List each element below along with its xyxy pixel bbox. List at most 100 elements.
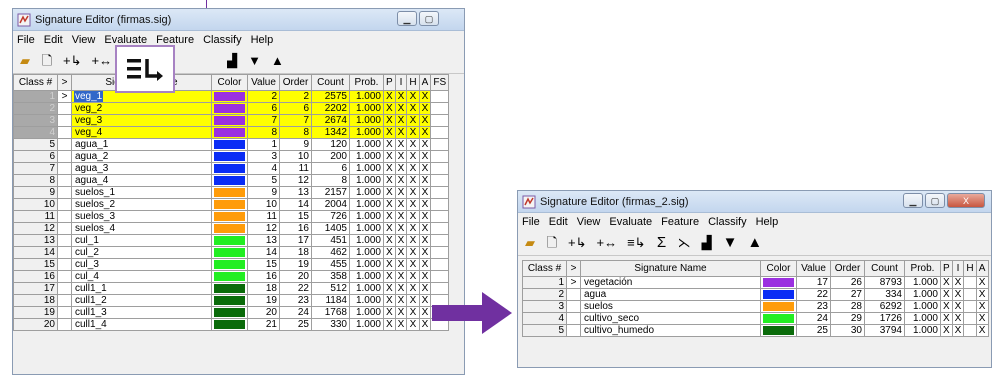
value-cell[interactable]: 1 [247, 138, 280, 151]
replace-signature-icon[interactable]: +↔ [91, 53, 112, 69]
flag-i-cell[interactable]: X [394, 186, 408, 199]
flag-a-cell[interactable]: X [418, 162, 432, 175]
flag-fs-cell[interactable] [430, 114, 450, 127]
new-icon[interactable]: 🗋 [41, 53, 53, 69]
flag-i-cell[interactable]: X [394, 114, 408, 127]
value-cell[interactable]: 10 [247, 198, 280, 211]
class-number-cell[interactable]: 1 [522, 276, 567, 289]
flag-h-cell[interactable]: X [406, 174, 420, 187]
pointer-cell[interactable] [57, 150, 72, 163]
flag-fs-cell[interactable] [430, 258, 450, 271]
class-number-cell[interactable]: 18 [13, 294, 58, 307]
prob-cell[interactable]: 1.000 [349, 126, 384, 139]
table-row[interactable]: 3 suelos 23 28 6292 1.000 X X X [522, 300, 989, 313]
flag-p-cell[interactable]: X [383, 138, 396, 151]
table-row[interactable]: 12 suelos_4 12 16 1405 1.000 X X X X [13, 222, 450, 235]
signature-name[interactable]: veg_1 [74, 91, 104, 102]
value-cell[interactable]: 2 [247, 90, 280, 103]
flag-h-cell[interactable]: X [406, 138, 420, 151]
order-cell[interactable]: 6 [279, 102, 312, 115]
flag-a-cell[interactable]: X [418, 174, 432, 187]
flag-i-cell[interactable]: X [394, 234, 408, 247]
col-color[interactable]: Color [211, 74, 248, 91]
flag-p-cell[interactable]: X [383, 174, 396, 187]
histogram-icon[interactable]: ▟ [226, 53, 238, 69]
color-cell[interactable] [211, 258, 248, 271]
add-signature-icon[interactable]: +↳ [568, 235, 586, 251]
flag-a-cell[interactable]: X [975, 312, 989, 325]
flag-a-cell[interactable]: X [418, 258, 432, 271]
value-cell[interactable]: 15 [247, 258, 280, 271]
flag-i-cell[interactable]: X [394, 198, 408, 211]
flag-h-cell[interactable]: X [406, 282, 420, 295]
signature-name[interactable]: cull1_2 [74, 296, 108, 306]
col-class-number[interactable]: Class # [13, 74, 58, 91]
flag-a-cell[interactable]: X [975, 276, 989, 289]
order-cell[interactable]: 17 [279, 234, 312, 247]
flag-fs-cell[interactable] [430, 222, 450, 235]
flag-p-cell[interactable]: X [940, 312, 953, 325]
col-class-number[interactable]: Class # [522, 260, 567, 277]
color-cell[interactable] [211, 138, 248, 151]
menu-edit[interactable]: Edit [44, 34, 63, 46]
signature-name-cell[interactable]: agua_2 [71, 150, 212, 163]
pointer-cell[interactable] [57, 114, 72, 127]
signature-name-cell[interactable]: cul_4 [71, 270, 212, 283]
pointer-cell[interactable] [57, 318, 72, 331]
order-cell[interactable]: 13 [279, 186, 312, 199]
flag-fs-cell[interactable] [430, 174, 450, 187]
col-h[interactable]: H [406, 74, 420, 91]
col-p[interactable]: P [383, 74, 396, 91]
value-cell[interactable]: 11 [247, 210, 280, 223]
flag-a-cell[interactable]: X [975, 324, 989, 337]
menu-view[interactable]: View [577, 216, 601, 228]
flag-p-cell[interactable]: X [940, 276, 953, 289]
table-row[interactable]: 10 suelos_2 10 14 2004 1.000 X X X X [13, 198, 450, 211]
flag-h-cell[interactable]: X [406, 90, 420, 103]
flag-h-cell[interactable]: X [406, 270, 420, 283]
signature-name-cell[interactable]: suelos_2 [71, 198, 212, 211]
flag-p-cell[interactable]: X [383, 258, 396, 271]
flag-i-cell[interactable]: X [394, 150, 408, 163]
flag-a-cell[interactable]: X [418, 102, 432, 115]
order-cell[interactable]: 29 [830, 312, 865, 325]
flag-a-cell[interactable]: X [418, 294, 432, 307]
value-cell[interactable]: 3 [247, 150, 280, 163]
table-row[interactable]: 19 cull1_3 20 24 1768 1.000 X X X X [13, 306, 450, 319]
table-row[interactable]: 2 agua 22 27 334 1.000 X X X [522, 288, 989, 301]
class-number-cell[interactable]: 10 [13, 198, 58, 211]
order-cell[interactable]: 14 [279, 198, 312, 211]
signature-name[interactable]: agua_4 [74, 176, 109, 186]
flag-i-cell[interactable]: X [951, 288, 965, 301]
order-cell[interactable]: 18 [279, 246, 312, 259]
pointer-cell[interactable] [57, 246, 72, 259]
menu-file[interactable]: File [522, 216, 540, 228]
order-cell[interactable]: 12 [279, 174, 312, 187]
signature-name-cell[interactable]: suelos_3 [71, 210, 212, 223]
pointer-cell[interactable] [57, 102, 72, 115]
prob-cell[interactable]: 1.000 [349, 150, 384, 163]
flag-a-cell[interactable]: X [418, 138, 432, 151]
flag-p-cell[interactable]: X [383, 198, 396, 211]
signature-name-cell[interactable]: cull1_4 [71, 318, 212, 331]
value-cell[interactable]: 8 [247, 126, 280, 139]
flag-fs-cell[interactable] [430, 186, 450, 199]
pointer-cell[interactable] [57, 186, 72, 199]
signature-name[interactable]: cull1_1 [74, 284, 108, 294]
class-number-cell[interactable]: 16 [13, 270, 58, 283]
signature-name[interactable]: cul_1 [74, 236, 100, 246]
class-number-cell[interactable]: 20 [13, 318, 58, 331]
flag-p-cell[interactable]: X [383, 294, 396, 307]
table-row[interactable]: 8 agua_4 5 12 8 1.000 X X X X [13, 174, 450, 187]
col-fs[interactable]: FS [430, 74, 450, 91]
signature-name[interactable]: suelos_4 [74, 224, 116, 234]
pointer-cell[interactable] [57, 306, 72, 319]
signature-name-cell[interactable]: vegetación [580, 276, 761, 289]
flag-fs-cell[interactable] [430, 246, 450, 259]
pointer-cell[interactable] [57, 294, 72, 307]
flag-p-cell[interactable]: X [383, 90, 396, 103]
flag-h-cell[interactable]: X [406, 234, 420, 247]
prob-cell[interactable]: 1.000 [349, 114, 384, 127]
maximize-button[interactable]: ▢ [419, 11, 439, 26]
prob-cell[interactable]: 1.000 [349, 210, 384, 223]
